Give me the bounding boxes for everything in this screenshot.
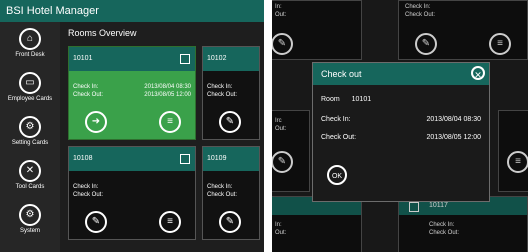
room-card-header: 10109 xyxy=(203,147,259,171)
details-list-button[interactable]: ≡ xyxy=(159,111,181,133)
sidebar-item-front-desk[interactable]: ⌂ Front Desk xyxy=(0,24,60,68)
checkout-dialog: Check out ✕ Room 10101 Check In: 2013/08… xyxy=(312,62,490,202)
sidebar-item-label: System xyxy=(19,228,40,234)
setting-card-icon: ⚙ xyxy=(19,116,41,138)
select-checkbox-icon[interactable] xyxy=(180,154,190,164)
system-gear-icon: ⚙ xyxy=(19,204,41,226)
check-in-row: Check In: 2013/08/04 08:30 xyxy=(73,83,191,91)
check-out-label: Check Out: xyxy=(73,92,104,98)
details-list-button[interactable]: ≡ xyxy=(159,211,181,233)
dialog-header: Check out ✕ xyxy=(313,63,489,85)
section-title: Rooms Overview xyxy=(68,28,137,38)
room-card-body: Check In: 2013/08/04 08:30 Check Out: 20… xyxy=(69,71,195,139)
dialog-title: Check out xyxy=(321,69,362,79)
front-desk-icon: ⌂ xyxy=(19,28,41,50)
tool-icon: ✕ xyxy=(19,160,41,182)
sidebar-item-employee-cards[interactable]: ▭ Employee Cards xyxy=(0,68,60,112)
check-out-arrow-button[interactable]: ➜ xyxy=(85,111,107,133)
room-card-10102[interactable]: 10102 Check In: Check Out: ✎ xyxy=(202,46,260,140)
check-out-label: Check Out: xyxy=(73,192,104,198)
check-in-value: 2013/08/04 08:30 xyxy=(144,84,191,90)
check-out-label: Check Out: xyxy=(207,92,238,98)
check-out-label: Check Out: xyxy=(207,192,238,198)
check-out-label: Check Out: xyxy=(321,134,357,141)
sidebar-item-label: Front Desk xyxy=(15,52,45,58)
room-card-header: 10101 xyxy=(69,47,195,71)
sidebar: ⌂ Front Desk ▭ Employee Cards ⚙ Setting … xyxy=(0,22,60,252)
check-out-value: 2013/08/05 12:00 xyxy=(426,134,482,141)
ok-button[interactable]: OK xyxy=(327,165,347,185)
sidebar-item-system[interactable]: ⚙ System xyxy=(0,200,60,244)
room-number: 10101 xyxy=(73,55,93,62)
check-out-row: Check Out: xyxy=(73,191,191,199)
sidebar-item-tool-cards[interactable]: ✕ Tool Cards xyxy=(0,156,60,200)
room-card-10108[interactable]: 10108 Check In: Check Out: ✎ ≡ xyxy=(68,146,196,240)
hotel-manager-window: BSI Hotel Manager ⌂ Front Desk ▭ Employe… xyxy=(0,0,264,252)
check-in-label: Check In: xyxy=(321,116,351,123)
select-checkbox-icon[interactable] xyxy=(180,54,190,64)
check-out-row: Check Out: 2013/08/05 12:00 xyxy=(73,91,191,99)
room-card-header: 10108 xyxy=(69,147,195,171)
sidebar-item-setting-cards[interactable]: ⚙ Setting Cards xyxy=(0,112,60,156)
room-card-header: 10102 xyxy=(203,47,259,71)
room-number: 10109 xyxy=(207,155,227,162)
room-card-10109[interactable]: 10109 Check In: Check Out: ✎ xyxy=(202,146,260,240)
room-number: 10102 xyxy=(207,55,227,62)
check-out-row: Check Out: 2013/08/05 12:00 xyxy=(321,133,481,142)
check-in-label: Check In: xyxy=(207,184,233,190)
check-in-edit-button[interactable]: ✎ xyxy=(219,211,241,233)
close-icon[interactable]: ✕ xyxy=(471,66,485,80)
room-card-10101[interactable]: 10101 Check In: 2013/08/04 08:30 Check O… xyxy=(68,46,196,140)
check-in-edit-button[interactable]: ✎ xyxy=(219,111,241,133)
check-in-label: Check In: xyxy=(73,84,99,90)
room-card-body: Check In: Check Out: ✎ ≡ xyxy=(69,171,195,239)
sidebar-item-label: Tool Cards xyxy=(15,184,45,190)
room-label: Room xyxy=(321,96,340,103)
sidebar-item-label: Employee Cards xyxy=(7,96,53,102)
sidebar-item-label: Setting Cards xyxy=(11,140,49,146)
check-in-value: 2013/08/04 08:30 xyxy=(426,116,482,123)
check-in-label: Check In: xyxy=(73,184,99,190)
app-title: BSI Hotel Manager xyxy=(0,0,264,22)
checkout-dialog-screen: In: Out: ✎ Check In: Check Out: ✎ ≡ Irc … xyxy=(272,0,528,252)
check-in-label: Check In: xyxy=(207,84,233,90)
check-in-edit-button[interactable]: ✎ xyxy=(85,211,107,233)
check-out-value: 2013/08/05 12:00 xyxy=(144,92,191,98)
employee-card-icon: ▭ xyxy=(19,72,41,94)
check-in-row: Check In: xyxy=(73,183,191,191)
check-in-row: Check In: 2013/08/04 08:30 xyxy=(321,115,481,124)
room-value: 10101 xyxy=(351,96,372,103)
room-number: 10108 xyxy=(73,155,93,162)
room-row: Room 10101 xyxy=(321,95,481,104)
